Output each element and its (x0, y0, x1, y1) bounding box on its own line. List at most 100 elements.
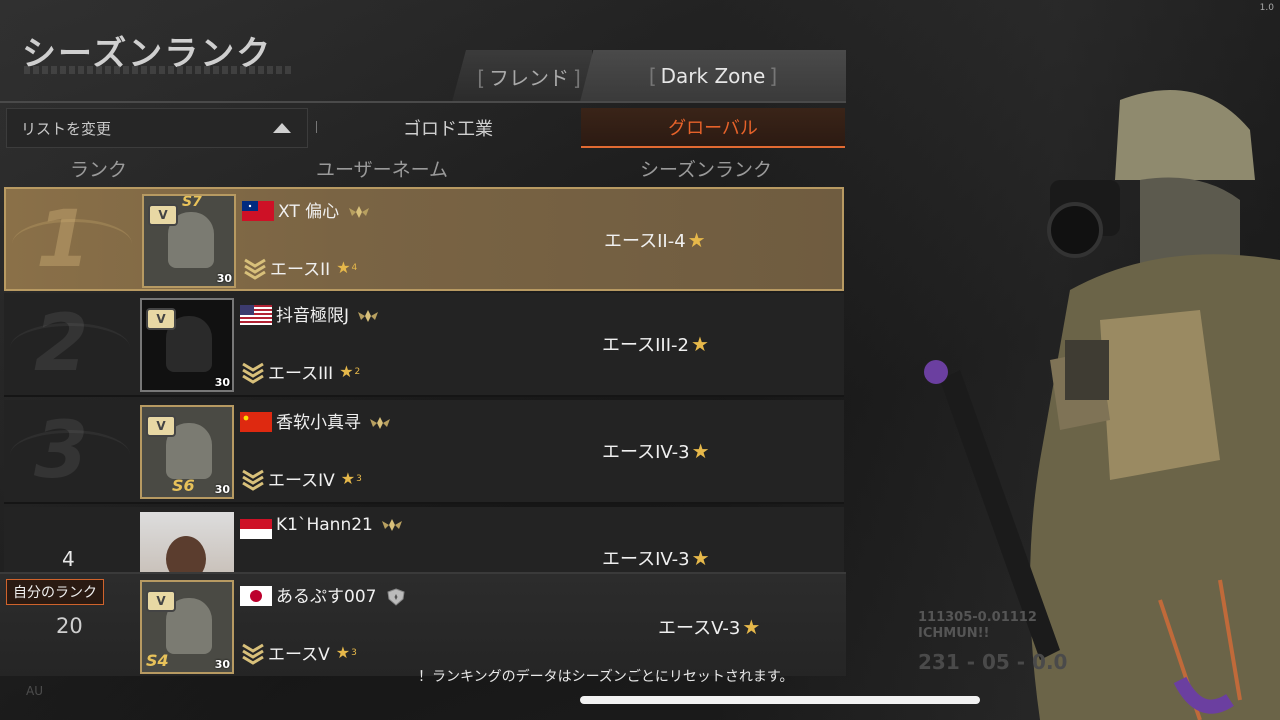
samoa-flag-icon (242, 201, 274, 221)
winged-badge-icon (358, 310, 379, 322)
shield-badge-icon (387, 588, 405, 606)
player-level: 30 (214, 376, 230, 389)
sub-rank: エースIII ★ 2 (240, 359, 360, 384)
tab-darkzone-label: Dark Zone (649, 64, 777, 88)
my-rank-row[interactable]: 自分のランク 20 V S4 30 あるぷす007 エースV ★ 3 エースV-3… (0, 572, 846, 676)
rank-number: 4 (62, 547, 75, 571)
list-select-label: リストを変更 (21, 119, 112, 138)
season-rank-text: エースII-4 (604, 231, 686, 252)
star-icon: ★ (691, 546, 710, 570)
season-rank-text: エースIV-3 (602, 549, 690, 570)
chevron-up-icon (273, 123, 291, 133)
username: あるぷす007 (276, 582, 407, 607)
season-badge: S6 (172, 476, 195, 495)
sub-rank: エースV ★ 3 (240, 640, 357, 665)
tab-darkzone[interactable]: Dark Zone (580, 50, 846, 102)
list-select-dropdown[interactable]: リストを変更 (6, 108, 308, 148)
my-rank-number: 20 (56, 614, 83, 638)
dogtag-icon: V (146, 590, 176, 612)
star-count: 2 (354, 366, 361, 377)
player-level: 30 (214, 483, 230, 496)
stamp-code: 231 - 05 - 0.0 (918, 650, 1068, 674)
dogtag-icon: V (148, 204, 178, 226)
rank-chevron-icon (242, 643, 264, 665)
column-header-rank: ランク (70, 159, 128, 181)
avatar[interactable]: V 30 (140, 298, 234, 392)
season-badge: S4 (146, 651, 169, 670)
star-icon: ★ (339, 362, 354, 381)
season-rank: エースII-4 ★ (604, 227, 706, 253)
leaderboard-row[interactable]: 3 V S6 30 香软小真寻 エースIV ★ 3 エースIV-3 ★ (4, 400, 844, 504)
season-rank-text: エースV-3 (658, 618, 741, 639)
rank-emblem: 1 (6, 189, 142, 289)
dogtag-icon: V (146, 308, 176, 330)
subtab-global[interactable]: グローバル (581, 108, 845, 148)
season-rank: エースIII-2 ★ (602, 331, 709, 357)
china-flag-icon (240, 412, 272, 432)
star-icon: ★ (335, 643, 351, 662)
stamp-text: 111305-0.01112 ICHMUN!! (918, 610, 1037, 642)
winged-badge-icon (382, 519, 403, 531)
usa-flag-icon (240, 305, 272, 325)
star-count: 4 (351, 262, 358, 273)
username: 香软小真寻 (276, 408, 391, 433)
stamp-line: ICHMUN!! (918, 626, 990, 641)
my-rank-label: 自分のランク (6, 579, 104, 605)
sub-rank-text: エースIV (268, 471, 335, 491)
sub-rank-text: エースII (270, 260, 331, 280)
season-badge: S7 (182, 194, 202, 210)
username-text: 香软小真寻 (276, 413, 361, 433)
version-label: 1.0 (1259, 3, 1274, 13)
tab-friend-label: フレンド (477, 62, 581, 91)
star-count: 3 (351, 647, 357, 658)
au-watermark: AU (26, 684, 43, 698)
stamp-line: 111305-0.01112 (918, 610, 1037, 625)
winged-badge-icon (370, 417, 391, 429)
column-header-username: ユーザーネーム (316, 159, 449, 181)
rank-chevron-icon (244, 258, 266, 280)
rank-emblem: 2 (4, 293, 140, 395)
rank-chevron-icon (242, 469, 264, 491)
star-icon: ★ (687, 228, 706, 252)
star-icon: ★ (340, 469, 356, 488)
username: 抖音極限J (276, 301, 379, 326)
sub-rank: エースIV ★ 3 (240, 466, 362, 491)
username-text: K1`Hann21 (276, 515, 373, 535)
reset-notice: ！ランキングのデータはシーズンごとにリセットされます。 (418, 669, 794, 685)
avatar[interactable]: V S7 30 (142, 194, 236, 288)
subtab-gorod[interactable]: ゴロド工業 (316, 108, 580, 148)
rank-number: 1 (36, 195, 91, 285)
avatar[interactable]: V S4 30 (140, 580, 234, 674)
star-count: 3 (356, 473, 362, 484)
star-icon: ★ (336, 258, 351, 277)
username: XT 偏心 (278, 197, 370, 222)
leaderboard-row[interactable]: 1 V S7 30 XT 偏心 エースII ★ 4 エースII-4 ★ (4, 187, 844, 291)
season-rank: エースV-3 ★ (658, 614, 760, 640)
username-text: あるぷす007 (276, 587, 377, 607)
column-header-season-rank: シーズンランク (640, 159, 773, 181)
rank-number: 2 (34, 299, 89, 389)
username: K1`Hann21 (276, 515, 403, 535)
leaderboard-row[interactable]: 2 V 30 抖音極限J エースIII ★ 2 エースIII-2 ★ (4, 293, 844, 397)
player-level: 30 (214, 658, 230, 671)
star-icon: ★ (691, 439, 710, 463)
tab-friend[interactable]: フレンド (452, 50, 592, 102)
home-indicator[interactable] (580, 696, 980, 704)
rank-emblem: 3 (4, 400, 140, 502)
season-rank-text: エースIII-2 (602, 335, 689, 356)
rank-number: 3 (34, 406, 89, 496)
rank-chevron-icon (242, 362, 264, 384)
season-rank: エースIV-3 ★ (602, 438, 710, 464)
username-text: XT 偏心 (278, 202, 340, 222)
player-level: 30 (216, 272, 232, 285)
dogtag-icon: V (146, 415, 176, 437)
sub-rank: エースII ★ 4 (242, 255, 357, 280)
star-icon: ★ (742, 615, 761, 639)
avatar[interactable]: V S6 30 (140, 405, 234, 499)
winged-badge-icon (348, 206, 369, 218)
title-decoration (24, 66, 294, 74)
season-rank: エースIV-3 ★ (602, 545, 710, 571)
season-rank-text: エースIV-3 (602, 442, 690, 463)
sub-rank-text: エースIII (268, 364, 334, 384)
tab-divider (0, 101, 846, 103)
